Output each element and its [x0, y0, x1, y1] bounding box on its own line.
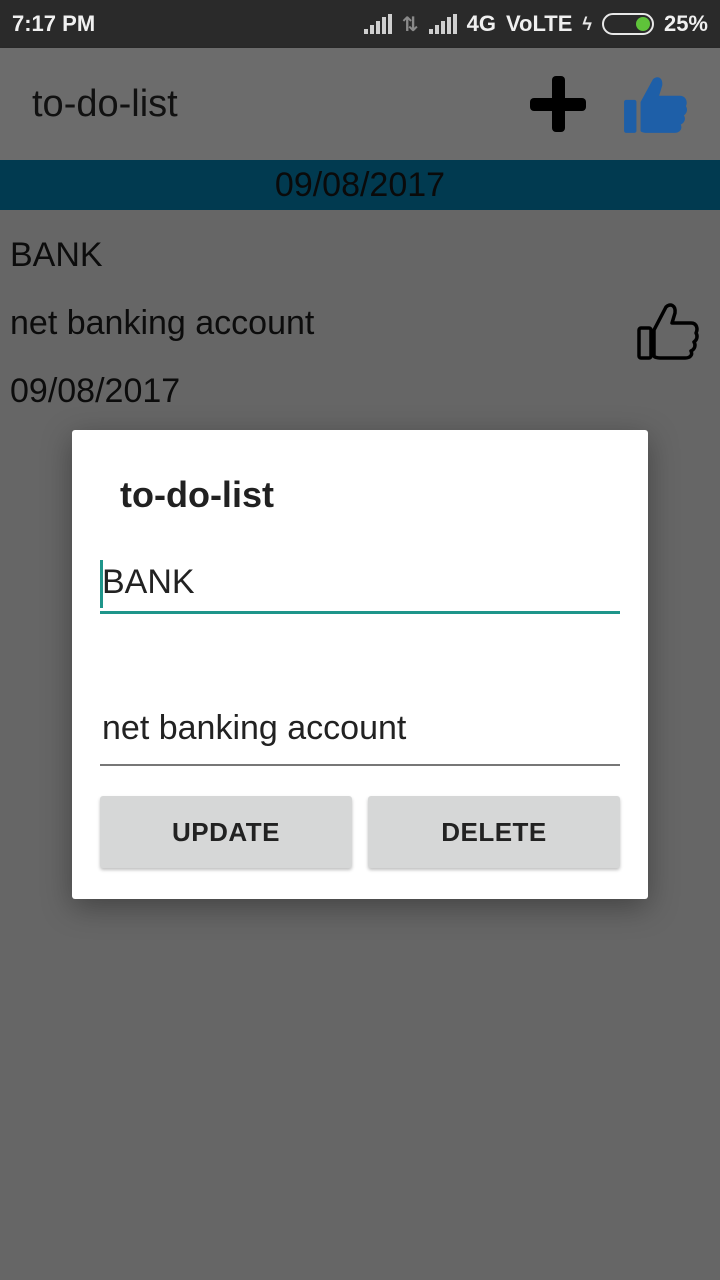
data-arrows-icon: ⇅	[401, 13, 419, 36]
battery-icon	[601, 13, 654, 35]
signal-icon	[428, 14, 457, 34]
title-input[interactable]	[100, 554, 620, 614]
app-title: to-do-list	[32, 82, 178, 125]
signal-icon	[363, 14, 392, 34]
item-description: net banking account	[10, 304, 315, 342]
charging-bolt-icon: ϟ	[582, 13, 592, 34]
thumbs-up-icon[interactable]	[622, 71, 688, 137]
list-item[interactable]: BANK net banking account 09/08/2017	[0, 210, 720, 430]
description-input[interactable]	[100, 692, 620, 766]
status-bar: 7:17 PM ⇅ 4G VoLTE ϟ 25%	[0, 0, 720, 48]
update-button[interactable]: UPDATE	[100, 796, 352, 868]
date-header: 09/08/2017	[0, 160, 720, 210]
status-indicators: ⇅ 4G VoLTE ϟ 25%	[363, 11, 708, 37]
plus-icon[interactable]	[530, 76, 586, 132]
volte-label: VoLTE	[506, 11, 573, 36]
app-bar: to-do-list	[0, 48, 720, 160]
dialog-title: to-do-list	[120, 474, 274, 515]
item-date: 09/08/2017	[10, 372, 181, 410]
text-cursor	[100, 560, 103, 608]
network-type: 4G	[466, 11, 497, 36]
item-title: BANK	[10, 236, 103, 274]
app-actions	[530, 71, 688, 137]
status-time: 7:17 PM	[12, 11, 96, 36]
thumbs-up-outline-icon[interactable]	[636, 298, 700, 362]
delete-button[interactable]: DELETE	[368, 796, 620, 868]
battery-percent: 25%	[663, 11, 708, 36]
edit-dialog: to-do-list UPDATE DELETE	[72, 430, 648, 899]
